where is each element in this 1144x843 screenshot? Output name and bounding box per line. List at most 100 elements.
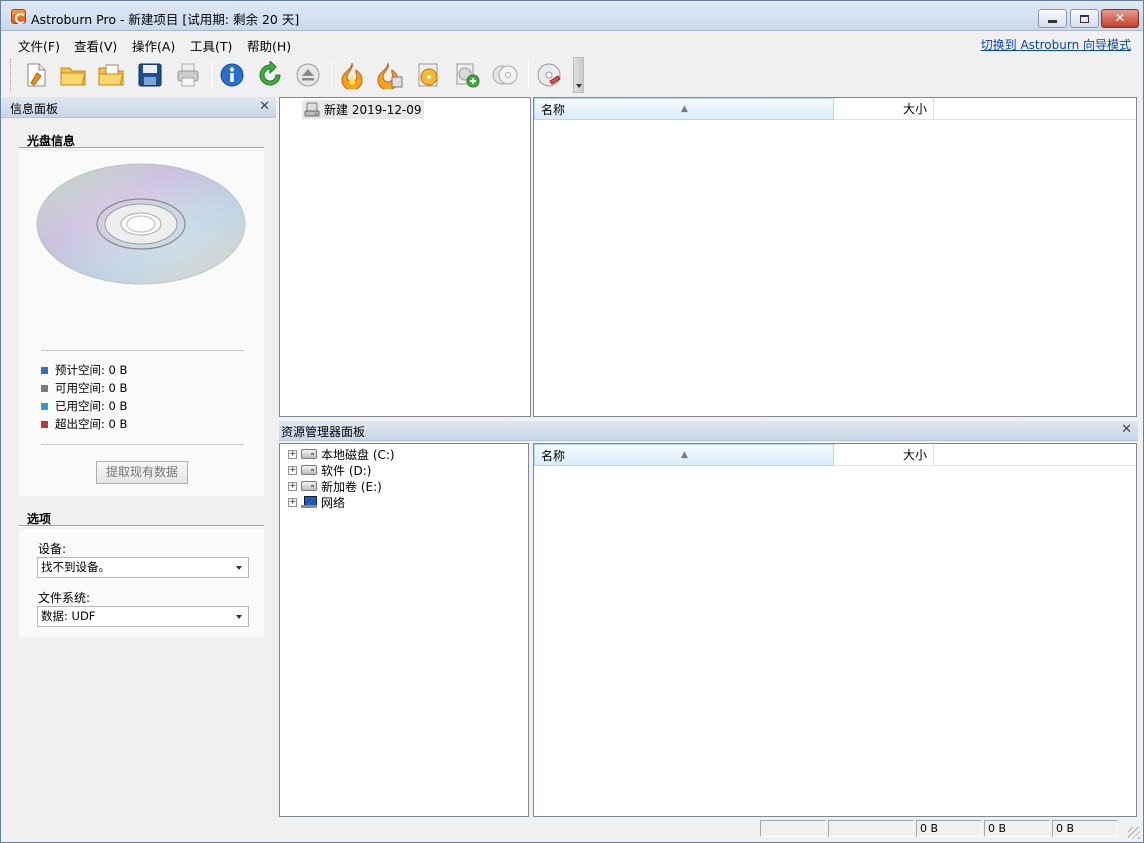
resize-grip-icon[interactable] bbox=[1128, 827, 1140, 839]
erase-disc-icon bbox=[537, 63, 561, 87]
legend-label: 预计空间: 0 B bbox=[55, 363, 128, 377]
close-icon: ✕ bbox=[1114, 11, 1126, 26]
legend-label: 已用空间: 0 B bbox=[55, 399, 128, 413]
eject-button[interactable] bbox=[292, 59, 324, 91]
disc-image-button[interactable] bbox=[412, 59, 444, 91]
toolbar-grip[interactable] bbox=[10, 59, 13, 91]
column-label: 名称 bbox=[541, 449, 566, 463]
read-existing-data-button[interactable]: 提取现有数据 bbox=[96, 461, 188, 484]
status-bar: 0 B 0 B 0 B bbox=[1, 817, 1143, 842]
copy-disc-button[interactable] bbox=[489, 59, 521, 91]
open-project-icon bbox=[98, 64, 124, 86]
erase-disc-button[interactable] bbox=[533, 59, 565, 91]
project-tree[interactable]: 新建 2019-12-09 bbox=[279, 97, 531, 417]
maximize-icon bbox=[1080, 14, 1089, 23]
column-size-header[interactable]: 大小 bbox=[834, 98, 934, 120]
expand-icon[interactable]: + bbox=[288, 497, 297, 507]
add-disc-icon bbox=[456, 63, 480, 88]
project-root-item[interactable]: 新建 2019-12-09 bbox=[302, 100, 424, 119]
minimize-icon bbox=[1048, 20, 1057, 23]
expand-icon[interactable]: + bbox=[288, 449, 297, 459]
menu-tools[interactable]: 工具(T) bbox=[190, 36, 232, 55]
tree-item-label: 本地磁盘 (C:) bbox=[321, 447, 395, 462]
project-root-label: 新建 2019-12-09 bbox=[324, 103, 422, 117]
list-header: 名称 ▲ 大小 bbox=[534, 98, 1136, 120]
tree-item-drive-c[interactable]: + 本地磁盘 (C:) bbox=[288, 446, 395, 462]
close-icon[interactable]: ✕ bbox=[1121, 422, 1132, 437]
new-project-icon bbox=[27, 63, 46, 87]
toolbar-overflow-button[interactable] bbox=[573, 57, 584, 93]
minimize-button[interactable] bbox=[1038, 9, 1067, 28]
open-folder-button[interactable] bbox=[57, 59, 89, 91]
burn-image-button[interactable] bbox=[374, 59, 406, 91]
expand-icon[interactable]: + bbox=[288, 465, 297, 475]
explorer-file-list[interactable]: 名称 ▲ 大小 bbox=[533, 443, 1137, 817]
network-icon bbox=[301, 495, 317, 509]
tree-item-drive-e[interactable]: + 新加卷 (E:) bbox=[288, 478, 382, 494]
wizard-mode-link[interactable]: 切换到 Astroburn 向导模式 bbox=[981, 36, 1131, 53]
info-icon bbox=[220, 63, 244, 87]
tree-item-network[interactable]: + 网络 bbox=[288, 494, 345, 510]
toolbar bbox=[1, 55, 1143, 96]
filesystem-select[interactable]: 数据: UDF bbox=[37, 606, 249, 627]
save-icon bbox=[138, 63, 162, 87]
column-name-header[interactable]: 名称 ▲ bbox=[534, 444, 834, 466]
menu-action[interactable]: 操作(A) bbox=[132, 36, 175, 55]
info-panel-title: 信息面板 bbox=[10, 102, 59, 116]
app-window: Astroburn Pro - 新建项目 [试用期: 剩余 20 天] ✕ 文件… bbox=[0, 0, 1144, 843]
expand-icon[interactable]: + bbox=[288, 481, 297, 491]
add-disc-button[interactable] bbox=[451, 59, 483, 91]
status-estimated-size: 0 B bbox=[916, 820, 982, 837]
close-icon[interactable]: ✕ bbox=[259, 99, 270, 114]
explorer-panel-header: 资源管理器面板 ✕ bbox=[279, 421, 1138, 441]
save-button[interactable] bbox=[134, 59, 166, 91]
open-project-button[interactable] bbox=[95, 59, 127, 91]
maximize-button[interactable] bbox=[1070, 9, 1099, 28]
legend-estimated: 预计空间: 0 B bbox=[41, 362, 127, 378]
info-button[interactable] bbox=[216, 59, 248, 91]
disc-icon bbox=[36, 163, 246, 285]
chevron-down-icon bbox=[236, 615, 242, 619]
status-cell bbox=[760, 820, 826, 837]
print-icon bbox=[177, 63, 199, 87]
device-select[interactable]: 找不到设备。 bbox=[37, 557, 249, 578]
explorer-panel-title: 资源管理器面板 bbox=[281, 425, 366, 439]
toolbar-separator bbox=[528, 61, 529, 89]
info-panel-header: 信息面板 ✕ bbox=[1, 97, 276, 118]
device-label: 设备: bbox=[38, 542, 67, 556]
toolbar-separator bbox=[331, 61, 332, 89]
legend-free: 可用空间: 0 B bbox=[41, 380, 127, 396]
filesystem-value: 数据: UDF bbox=[41, 609, 96, 623]
burn-image-icon bbox=[377, 62, 403, 89]
menu-file[interactable]: 文件(F) bbox=[18, 36, 60, 55]
column-name-header[interactable]: 名称 ▲ bbox=[534, 98, 834, 120]
tree-item-drive-d[interactable]: + 软件 (D:) bbox=[288, 462, 371, 478]
tree-item-label: 网络 bbox=[321, 495, 346, 510]
project-file-list[interactable]: 名称 ▲ 大小 bbox=[533, 97, 1137, 417]
legend-used: 已用空间: 0 B bbox=[41, 398, 127, 414]
tree-item-label: 软件 (D:) bbox=[321, 463, 372, 478]
legend-swatch bbox=[41, 384, 48, 392]
filesystem-label: 文件系统: bbox=[38, 591, 91, 605]
info-panel: 信息面板 ✕ 光盘信息 预计空间: 0 B 可用空间: 0 B 已用空间: 0 … bbox=[1, 97, 276, 814]
eject-icon bbox=[296, 63, 320, 87]
tree-item-label: 新加卷 (E:) bbox=[321, 479, 382, 494]
new-project-button[interactable] bbox=[20, 59, 52, 91]
explorer-tree[interactable]: + 本地磁盘 (C:) + 软件 (D:) + 新加卷 (E:) + 网络 bbox=[279, 443, 529, 817]
copy-disc-icon bbox=[492, 65, 518, 85]
print-button[interactable] bbox=[172, 59, 204, 91]
astroburn-logo-icon bbox=[11, 9, 26, 24]
burn-icon bbox=[341, 62, 363, 89]
list-header: 名称 ▲ 大小 bbox=[534, 444, 1136, 466]
disc-image-icon bbox=[418, 63, 438, 87]
legend-swatch bbox=[41, 366, 48, 374]
burn-button[interactable] bbox=[336, 59, 368, 91]
refresh-button[interactable] bbox=[254, 59, 286, 91]
refresh-icon bbox=[259, 61, 281, 86]
close-button[interactable]: ✕ bbox=[1101, 9, 1139, 28]
legend-swatch bbox=[41, 420, 48, 428]
column-size-header[interactable]: 大小 bbox=[834, 444, 934, 466]
menu-help[interactable]: 帮助(H) bbox=[247, 36, 291, 55]
menu-view[interactable]: 查看(V) bbox=[74, 36, 117, 55]
project-disc-icon bbox=[304, 102, 320, 116]
